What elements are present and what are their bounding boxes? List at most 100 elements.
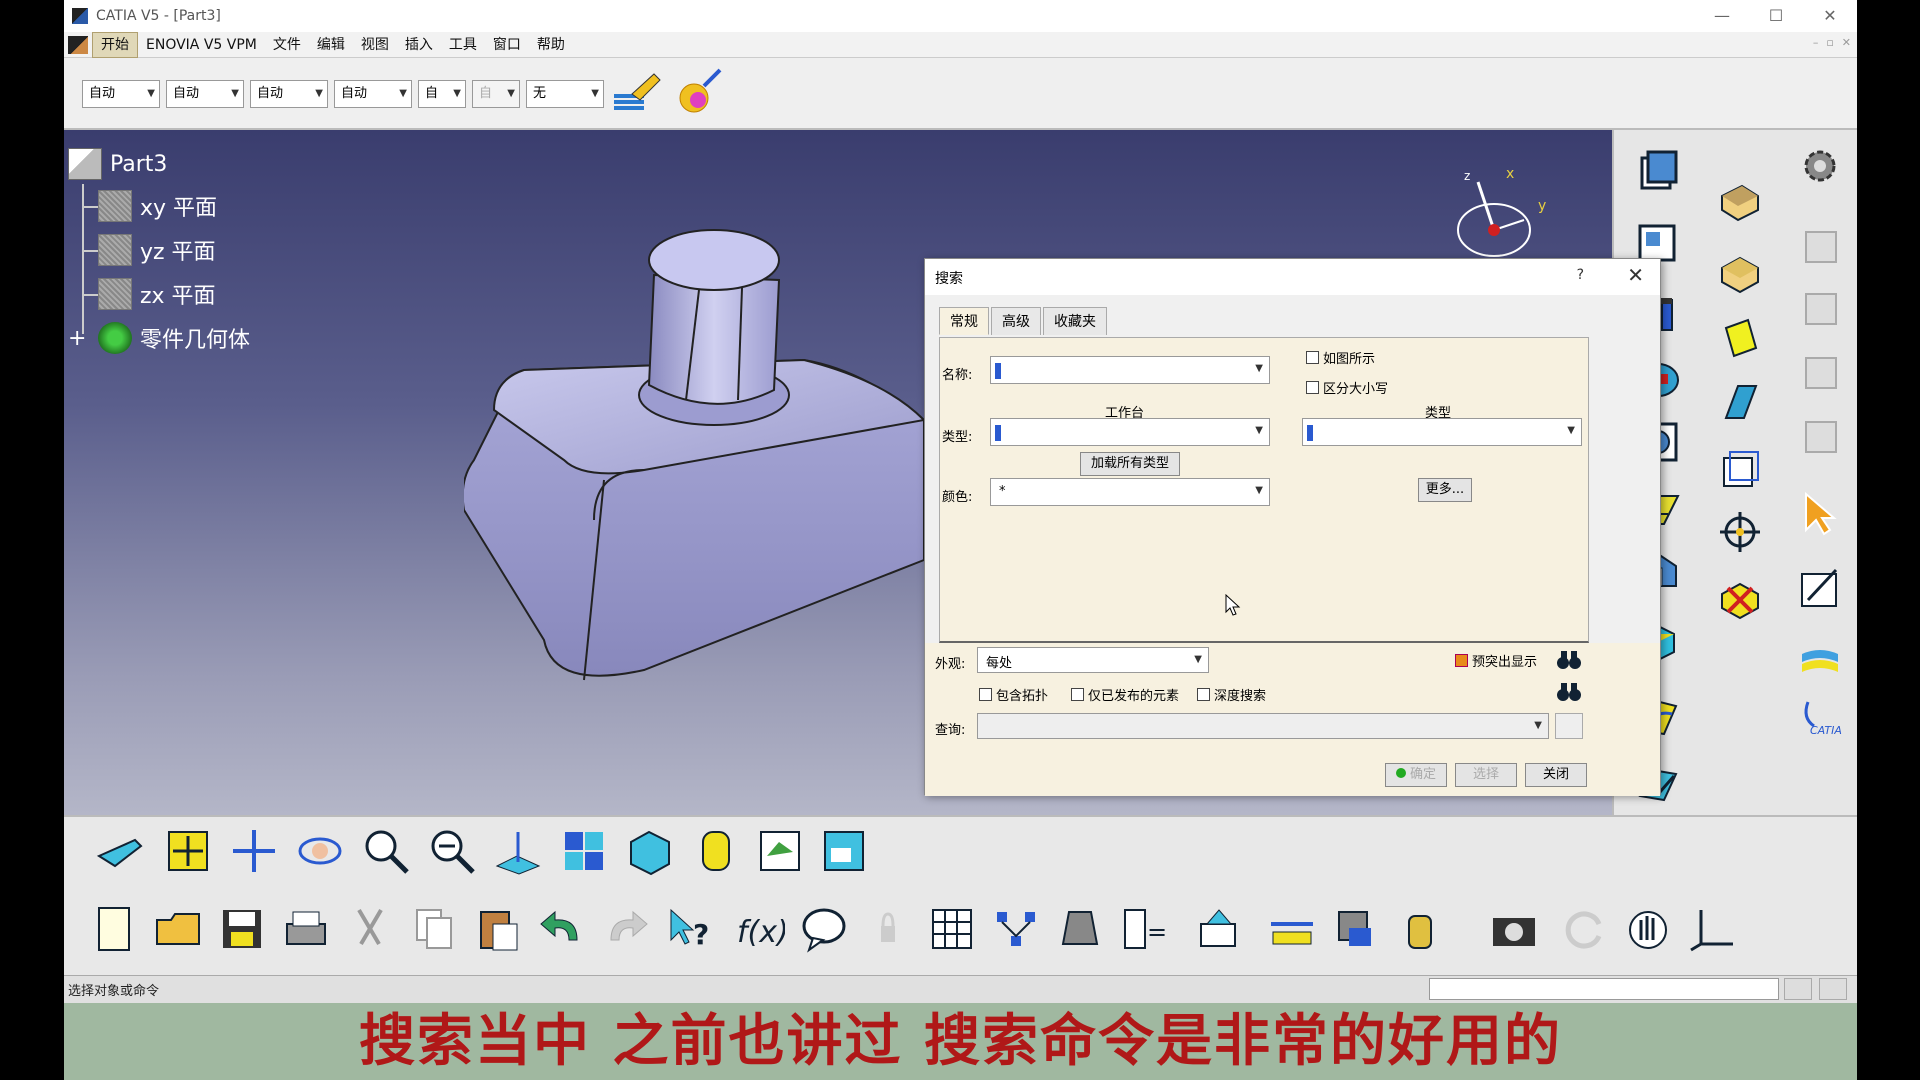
help-button[interactable]: ? [1577,267,1584,283]
fly-mode-icon[interactable] [90,821,150,881]
include-topology-checkbox[interactable]: 包含拓扑 [979,685,1048,704]
type-combo[interactable]: ▼ [1302,418,1582,446]
minimize-button[interactable]: — [1695,0,1749,32]
zoom-out-icon[interactable] [422,821,482,881]
redo-icon[interactable] [596,899,656,959]
format-painter-icon[interactable] [610,70,666,118]
load-all-types-button[interactable]: 加载所有类型 [1080,452,1180,476]
close-window-button[interactable]: ✕ [1803,0,1857,32]
whats-this-icon[interactable]: ? [660,899,720,959]
as-shown-checkbox[interactable]: 如图所示 [1306,348,1375,367]
layer-select[interactable]: 无 ▼ [526,80,604,108]
tab-general[interactable]: 常规 [939,307,989,335]
power-input-field[interactable] [1429,978,1779,1000]
normal-view-icon[interactable] [488,821,548,881]
dress-up-icon[interactable] [1792,408,1848,464]
menu-insert[interactable]: 插入 [397,33,441,57]
knowledge-rules-icon[interactable] [986,899,1046,959]
copy-icon[interactable] [404,899,464,959]
dialog-close-button[interactable]: ✕ [1627,263,1644,287]
status-button-1[interactable] [1784,978,1812,1000]
new-file-icon[interactable] [84,899,144,959]
apply-material-icon[interactable] [674,66,726,118]
capture-camera-icon[interactable] [1484,899,1544,959]
apply-material-layers-icon[interactable] [1792,632,1848,688]
design-table-icon[interactable] [922,899,982,959]
menu-window[interactable]: 窗口 [485,33,529,57]
line-type-select[interactable]: 自动 ▼ [334,80,412,108]
swap-visible-space-icon[interactable] [814,821,874,881]
published-only-checkbox[interactable]: 仅已发布的元素 [1071,685,1179,704]
deep-search-checkbox[interactable]: 深度搜索 [1197,685,1266,704]
menu-enovia[interactable]: ENOVIA V5 VPM [138,33,265,57]
measure-inertia-icon[interactable] [1792,344,1848,400]
more-button[interactable]: 更多... [1418,478,1472,502]
catalog-browser-icon[interactable] [1050,899,1110,959]
color-combo[interactable]: * ▼ [990,478,1270,506]
rotate-icon[interactable] [290,821,350,881]
point-symbol-select[interactable]: 自 ▼ [418,80,466,108]
catia-menu-logo-icon[interactable] [68,35,88,54]
expand-plus-icon[interactable]: + [68,326,98,351]
fit-all-in-icon[interactable] [158,821,218,881]
fill-color-select[interactable]: 自动 ▼ [82,80,160,108]
mdi-minimize-button[interactable]: – [1813,36,1819,49]
search-binoculars-add-icon[interactable] [1555,677,1583,705]
zoom-in-icon[interactable] [356,821,416,881]
draft-angle-icon[interactable] [1712,310,1768,366]
manipulate-hand-icon[interactable] [1618,899,1678,959]
workbench-combo[interactable]: ▼ [990,418,1270,446]
ok-button[interactable]: 确定 [1385,763,1447,787]
axis-system-icon[interactable] [1682,899,1742,959]
search-binoculars-icon[interactable] [1555,645,1583,673]
measure-inertia-tool-icon[interactable] [1390,899,1450,959]
maximize-button[interactable]: ☐ [1749,0,1803,32]
undo-icon[interactable] [532,899,592,959]
open-folder-icon[interactable] [148,899,208,959]
tab-advanced[interactable]: 高级 [991,307,1041,335]
remove-face-icon[interactable] [1712,570,1768,626]
query-combo[interactable]: ▼ [977,713,1549,739]
thickness-icon[interactable] [1712,440,1768,496]
select-button[interactable]: 选择 [1455,763,1517,787]
chamfer-icon[interactable] [1712,244,1768,300]
close-button[interactable]: 关闭 [1525,763,1587,787]
shell-icon[interactable] [1712,374,1768,430]
measure-between-icon[interactable] [1792,280,1848,336]
settings-gear-icon[interactable] [1792,138,1848,194]
comment-balloon-icon[interactable] [794,899,854,959]
paste-icon[interactable] [468,899,528,959]
menu-edit[interactable]: 编辑 [309,33,353,57]
menu-tools[interactable]: 工具 [441,33,485,57]
rule-list-icon[interactable]: = [1114,899,1174,959]
catalog-icon[interactable] [1188,899,1248,959]
menu-file[interactable]: 文件 [265,33,309,57]
tree-node-part-body[interactable]: + 零件几何体 [68,322,250,354]
transparency-select[interactable]: 自动 ▼ [166,80,244,108]
menu-start[interactable]: 开始 [92,31,138,58]
pre-highlight-checkbox[interactable]: 预突出显示 [1455,651,1537,670]
measure-item-tool-icon[interactable] [1326,899,1386,959]
status-button-2[interactable] [1819,978,1847,1000]
tree-node-yz-plane[interactable]: yz 平面 [98,234,216,266]
mdi-close-button[interactable]: ✕ [1842,36,1851,49]
isometric-view-icon[interactable] [620,821,680,881]
appearance-combo[interactable]: 每处 ▼ [977,647,1209,673]
name-combo[interactable]: ▼ [990,356,1270,384]
thread-icon[interactable] [1712,504,1768,560]
save-icon[interactable] [212,899,272,959]
tab-favorites[interactable]: 收藏夹 [1043,307,1107,335]
query-edit-icon[interactable] [1555,713,1583,739]
print-icon[interactable] [276,899,336,959]
sketcher-icon[interactable] [1630,144,1686,200]
measure-item-icon[interactable] [1792,218,1848,274]
edge-fillet-icon[interactable] [1712,174,1768,230]
measure-between-tool-icon[interactable] [1262,899,1322,959]
tree-root-part[interactable]: Part3 [68,148,167,180]
tree-node-zx-plane[interactable]: zx 平面 [98,278,216,310]
part-model[interactable] [464,220,984,700]
multi-view-icon[interactable] [554,821,614,881]
mdi-restore-button[interactable]: ▫ [1826,36,1833,49]
formula-icon[interactable]: f(x) [730,899,790,959]
sketch-analysis-icon[interactable] [1792,560,1848,616]
